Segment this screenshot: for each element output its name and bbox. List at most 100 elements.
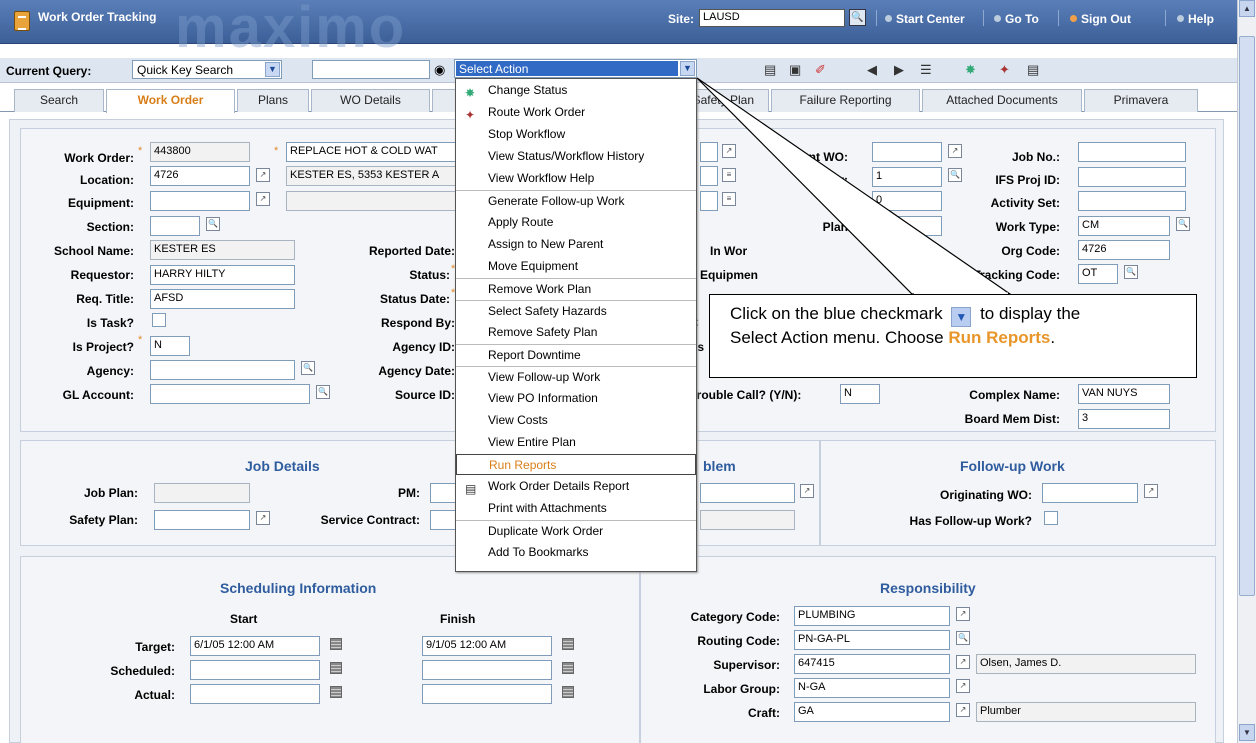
- safety-plan-field[interactable]: [154, 510, 250, 530]
- work-order-description[interactable]: REPLACE HOT & COLD WAT: [286, 142, 456, 162]
- tab-work-order[interactable]: Work Order: [106, 89, 235, 113]
- parent-wo-field[interactable]: [872, 142, 942, 162]
- tab-wo-details[interactable]: WO Details: [311, 89, 430, 112]
- equipment-field[interactable]: [150, 191, 250, 211]
- is-task-checkbox[interactable]: [152, 313, 166, 327]
- plan-field[interactable]: 1,000: [872, 216, 942, 236]
- work-order-field[interactable]: 443800: [150, 142, 250, 162]
- detail-menu-icon[interactable]: ↗: [1144, 484, 1158, 498]
- sign-out-link[interactable]: Sign Out: [1070, 12, 1131, 26]
- priority-secondary-field[interactable]: 0: [872, 191, 942, 211]
- category-code-field[interactable]: PLUMBING: [794, 606, 950, 626]
- supervisor-field[interactable]: 647415: [794, 654, 950, 674]
- scroll-thumb[interactable]: [1239, 36, 1255, 596]
- tab-attached-documents[interactable]: Attached Documents: [922, 89, 1082, 112]
- list-icon[interactable]: ☰: [920, 62, 932, 78]
- menu-item-generate-follow-up[interactable]: Generate Follow-up Work: [456, 190, 696, 211]
- detail-menu-icon[interactable]: ↗: [956, 607, 970, 621]
- work-type-field[interactable]: CM: [1078, 216, 1170, 236]
- menu-item-view-workflow-help[interactable]: View Workflow Help: [456, 168, 696, 189]
- long-description-icon[interactable]: ≡: [722, 192, 736, 206]
- menu-item-view-po-information[interactable]: View PO Information: [456, 388, 696, 409]
- new-record-icon[interactable]: ▤: [764, 62, 776, 78]
- site-lookup-icon[interactable]: 🔍: [849, 9, 866, 26]
- lookup-icon[interactable]: 🔍: [956, 631, 970, 645]
- detail-menu-icon[interactable]: ↗: [256, 511, 270, 525]
- lookup-icon[interactable]: 🔍: [1124, 265, 1138, 279]
- field-stub[interactable]: [700, 142, 718, 162]
- originating-wo-field[interactable]: [1042, 483, 1138, 503]
- agency-field[interactable]: [150, 360, 295, 380]
- go-to-link[interactable]: Go To: [994, 12, 1039, 26]
- site-input[interactable]: LAUSD: [699, 9, 845, 27]
- actual-finish-field[interactable]: [422, 684, 552, 704]
- target-start-field[interactable]: 6/1/05 12:00 AM: [190, 636, 320, 656]
- service-contract-field[interactable]: [430, 510, 456, 530]
- location-field[interactable]: 4726: [150, 166, 250, 186]
- save-icon[interactable]: ▣: [789, 62, 801, 78]
- actual-start-field[interactable]: [190, 684, 320, 704]
- trouble-call-field[interactable]: N: [840, 384, 880, 404]
- menu-item-work-order-details-report[interactable]: ▤ Work Order Details Report: [456, 476, 696, 497]
- calendar-icon[interactable]: [562, 686, 574, 698]
- chevron-down-icon[interactable]: ▼: [680, 61, 695, 76]
- menu-item-assign-new-parent[interactable]: Assign to New Parent: [456, 234, 696, 255]
- has-follow-up-checkbox[interactable]: [1044, 511, 1058, 525]
- detail-menu-icon[interactable]: ↗: [256, 192, 270, 206]
- menu-item-view-entire-plan[interactable]: View Entire Plan: [456, 432, 696, 453]
- lookup-icon[interactable]: 🔍: [1176, 217, 1190, 231]
- board-mem-dist-field[interactable]: 3: [1078, 409, 1170, 429]
- field-stub[interactable]: [700, 191, 718, 211]
- complex-name-field[interactable]: VAN NUYS: [1078, 384, 1170, 404]
- menu-item-remove-work-plan[interactable]: Remove Work Plan: [456, 278, 696, 299]
- tracking-code-field[interactable]: OT: [1078, 264, 1118, 284]
- menu-item-add-to-bookmarks[interactable]: Add To Bookmarks: [456, 542, 696, 563]
- long-description-icon[interactable]: ≡: [722, 168, 736, 182]
- detail-menu-icon[interactable]: ↗: [800, 484, 814, 498]
- help-link[interactable]: Help: [1177, 12, 1214, 26]
- target-finish-field[interactable]: 9/1/05 12:00 AM: [422, 636, 552, 656]
- org-code-field[interactable]: 4726: [1078, 240, 1170, 260]
- calendar-icon[interactable]: [562, 662, 574, 674]
- report-icon[interactable]: ▤: [1027, 62, 1039, 78]
- menu-item-view-follow-up[interactable]: View Follow-up Work: [456, 366, 696, 387]
- priority-field[interactable]: 1: [872, 167, 942, 187]
- calendar-icon[interactable]: [562, 638, 574, 650]
- detail-menu-icon[interactable]: ↗: [956, 679, 970, 693]
- scheduled-finish-field[interactable]: [422, 660, 552, 680]
- menu-item-remove-safety-plan[interactable]: Remove Safety Plan: [456, 322, 696, 343]
- query-input[interactable]: [312, 60, 430, 79]
- menu-item-select-safety-hazards[interactable]: Select Safety Hazards: [456, 300, 696, 321]
- current-query-select[interactable]: Quick Key Search ▼: [132, 60, 282, 79]
- req-title-field[interactable]: AFSD: [150, 289, 295, 309]
- tab-primavera[interactable]: Primavera: [1084, 89, 1198, 112]
- binoculars-icon[interactable]: ◉: [434, 62, 445, 78]
- is-project-field[interactable]: N: [150, 336, 190, 356]
- start-center-link[interactable]: Start Center: [885, 12, 965, 26]
- menu-item-duplicate-work-order[interactable]: Duplicate Work Order: [456, 520, 696, 541]
- calendar-icon[interactable]: [330, 662, 342, 674]
- menu-item-report-downtime[interactable]: Report Downtime: [456, 344, 696, 365]
- scheduled-start-field[interactable]: [190, 660, 320, 680]
- menu-item-run-reports[interactable]: Run Reports: [456, 454, 696, 475]
- next-icon[interactable]: ▶: [894, 62, 904, 78]
- menu-item-view-costs[interactable]: View Costs: [456, 410, 696, 431]
- routing-code-field[interactable]: PN-GA-PL: [794, 630, 950, 650]
- activity-set-field[interactable]: [1078, 191, 1186, 211]
- detail-menu-icon[interactable]: ↗: [722, 144, 736, 158]
- detail-menu-icon[interactable]: ↗: [956, 703, 970, 717]
- calendar-icon[interactable]: [330, 686, 342, 698]
- tab-search[interactable]: Search: [14, 89, 104, 112]
- scroll-up-icon[interactable]: ▲: [1239, 0, 1255, 17]
- detail-menu-icon[interactable]: ↗: [956, 655, 970, 669]
- craft-field[interactable]: GA: [794, 702, 950, 722]
- select-action-dropdown[interactable]: Select Action ▼: [454, 59, 697, 78]
- problem-field[interactable]: [700, 483, 795, 503]
- route-workflow-icon[interactable]: ✦: [999, 62, 1010, 78]
- field-stub[interactable]: [700, 166, 718, 186]
- previous-icon[interactable]: ◀: [867, 62, 877, 78]
- menu-item-view-status-history[interactable]: View Status/Workflow History: [456, 146, 696, 167]
- menu-item-stop-workflow[interactable]: Stop Workflow: [456, 124, 696, 145]
- detail-menu-icon[interactable]: ↗: [256, 168, 270, 182]
- pm-field[interactable]: [430, 483, 456, 503]
